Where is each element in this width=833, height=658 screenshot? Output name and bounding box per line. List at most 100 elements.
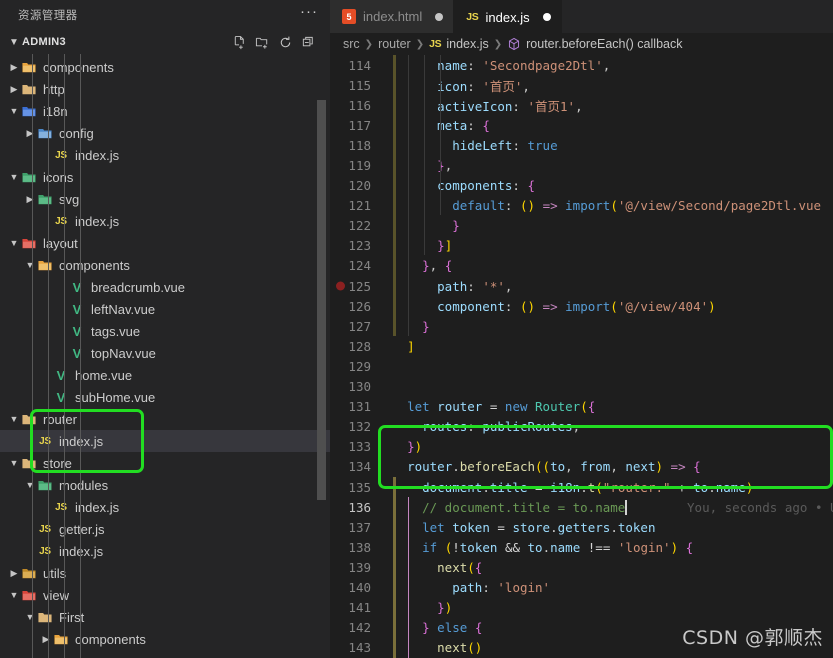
tab-dirty-indicator[interactable] [543, 13, 551, 21]
new-file-icon[interactable] [232, 35, 247, 50]
tree-item-index-js[interactable]: ▶JSindex.js [0, 210, 330, 232]
tree-item-index-js[interactable]: ▶JSindex.js [0, 540, 330, 562]
tree-item-index-js[interactable]: ▶JSindex.js [0, 496, 330, 518]
code-line[interactable]: 126 component: () => import('@/view/404'… [330, 296, 833, 316]
tree-item-getter-js[interactable]: ▶JSgetter.js [0, 518, 330, 540]
chevron-right-icon[interactable]: ▶ [8, 84, 20, 95]
chevron-right-icon[interactable]: ▶ [24, 194, 36, 205]
chevron-right-icon[interactable]: ▶ [8, 568, 20, 579]
code-line[interactable]: 134 router.beforeEach((to, from, next) =… [330, 457, 833, 477]
tree-item-layout[interactable]: ▼layout [0, 232, 330, 254]
code-editor[interactable]: 114 name: 'Secondpage2Dtl',115 icon: '首页… [330, 55, 833, 658]
tree-item-icons[interactable]: ▼icons [0, 166, 330, 188]
tab-index-js[interactable]: JS index.js [454, 0, 561, 33]
chevron-down-icon[interactable]: ▼ [8, 590, 20, 600]
code-line[interactable]: 141 }) [330, 598, 833, 618]
code-line[interactable]: 125 path: '*', [330, 276, 833, 296]
code-line[interactable]: 133 }) [330, 437, 833, 457]
tree-item-home-vue[interactable]: ▶Vhome.vue [0, 364, 330, 386]
tree-item-i18n[interactable]: ▼i18n [0, 100, 330, 122]
tree-item-http[interactable]: ▶http [0, 78, 330, 100]
refresh-icon[interactable] [278, 35, 293, 50]
file-tree[interactable]: ▶components▶http▼i18n▶config▶JSindex.js▼… [0, 54, 330, 658]
chevron-down-icon[interactable]: ▼ [8, 414, 20, 424]
breadcrumb-item-symbol[interactable]: router.beforeEach() callback [526, 37, 682, 51]
folder-images [36, 478, 54, 493]
code-line[interactable]: 131 let router = new Router({ [330, 397, 833, 417]
code-line[interactable]: 121 default: () => import('@/view/Second… [330, 196, 833, 216]
chevron-down-icon[interactable]: ▼ [8, 238, 20, 248]
tree-item-view[interactable]: ▼view [0, 584, 330, 606]
collapse-all-icon[interactable] [301, 35, 316, 50]
chevron-right-icon[interactable]: ▶ [40, 634, 52, 645]
code-line[interactable]: 140 path: 'login' [330, 577, 833, 597]
chevron-down-icon[interactable]: ▼ [24, 612, 36, 622]
breadcrumb-item-src[interactable]: src [343, 37, 360, 51]
code-line[interactable]: 132 routes: publicRoutes, [330, 417, 833, 437]
folder-plain [20, 412, 38, 427]
line-content: } else { [382, 620, 482, 635]
explorer-more-actions-icon[interactable]: ··· [300, 7, 318, 23]
code-line[interactable]: 135 document.title = i18n.t("router." + … [330, 477, 833, 497]
tree-item-topNav-vue[interactable]: ▶VtopNav.vue [0, 342, 330, 364]
code-line[interactable]: 139 next({ [330, 557, 833, 577]
chevron-down-icon[interactable]: ▼ [8, 172, 20, 182]
tree-item-config[interactable]: ▶config [0, 122, 330, 144]
explorer-folder-section-header[interactable]: ▼ ADMIN3 [0, 30, 330, 54]
tree-item-components[interactable]: ▶components [0, 628, 330, 650]
vue-icon: V [68, 303, 86, 316]
tree-item-breadcrumb-vue[interactable]: ▶Vbreadcrumb.vue [0, 276, 330, 298]
code-line[interactable]: 137 let token = store.getters.token [330, 517, 833, 537]
line-content: router.beforeEach((to, from, next) => { [382, 459, 701, 474]
tree-item-leftNav-vue[interactable]: ▶VleftNav.vue [0, 298, 330, 320]
breadcrumb-item-file[interactable]: index.js [446, 37, 488, 51]
code-line[interactable]: 129 [330, 356, 833, 376]
code-line[interactable]: 119 }, [330, 155, 833, 175]
tree-item-subHome-vue[interactable]: ▶VsubHome.vue [0, 386, 330, 408]
new-folder-icon[interactable] [255, 35, 270, 50]
tree-item-components[interactable]: ▶components [0, 56, 330, 78]
line-content: components: { [382, 178, 535, 193]
tree-item-tags-vue[interactable]: ▶Vtags.vue [0, 320, 330, 342]
code-line[interactable]: 124 }, { [330, 256, 833, 276]
git-change-indicator [393, 477, 396, 658]
code-line[interactable]: 127 } [330, 316, 833, 336]
chevron-down-icon[interactable]: ▼ [8, 106, 20, 116]
tree-item-index-js[interactable]: ▶JSindex.js [0, 144, 330, 166]
tree-indent-guide [80, 54, 81, 658]
explorer-title-row: 资源管理器 ··· [0, 0, 330, 30]
tab-index-html[interactable]: 5 index.html [330, 0, 454, 33]
code-line[interactable]: 116 activeIcon: '首页1', [330, 95, 833, 115]
breadcrumb-item-router[interactable]: router [378, 37, 411, 51]
tree-item-router[interactable]: ▼router [0, 408, 330, 430]
breakpoint-icon[interactable] [336, 282, 345, 291]
code-line[interactable]: 138 if (!token && to.name !== 'login') { [330, 537, 833, 557]
tree-item-components[interactable]: ▼components [0, 254, 330, 276]
chevron-down-icon[interactable]: ▼ [24, 260, 36, 270]
chevron-down-icon[interactable]: ▼ [8, 458, 20, 468]
tree-item-index-js[interactable]: ▶JSindex.js [0, 430, 330, 452]
code-line[interactable]: 120 components: { [330, 176, 833, 196]
chevron-right-icon[interactable]: ▶ [8, 62, 20, 73]
chevron-right-icon[interactable]: ▶ [24, 128, 36, 139]
code-line[interactable]: 115 icon: '首页', [330, 75, 833, 95]
chevron-down-icon[interactable]: ▼ [24, 480, 36, 490]
code-line[interactable]: 122 } [330, 216, 833, 236]
sidebar-scrollbar[interactable] [317, 100, 326, 500]
tree-item-modules[interactable]: ▼modules [0, 474, 330, 496]
code-line[interactable]: 136 // document.title = to.name You, sec… [330, 497, 833, 517]
tree-item-First[interactable]: ▼First [0, 606, 330, 628]
tab-dirty-indicator[interactable] [435, 13, 443, 21]
code-line[interactable]: 130 [330, 377, 833, 397]
code-line[interactable]: 128 ] [330, 336, 833, 356]
chevron-down-icon[interactable]: ▼ [6, 37, 22, 48]
code-line[interactable]: 118 hideLeft: true [330, 135, 833, 155]
code-line[interactable]: 114 name: 'Secondpage2Dtl', [330, 55, 833, 75]
code-line[interactable]: 123 }] [330, 236, 833, 256]
tree-item-svg[interactable]: ▶svg [0, 188, 330, 210]
tree-item-utils[interactable]: ▶utils [0, 562, 330, 584]
code-line[interactable]: 117 meta: { [330, 115, 833, 135]
line-content: component: () => import('@/view/404') [382, 299, 716, 314]
tree-item-store[interactable]: ▼store [0, 452, 330, 474]
explorer-title: 资源管理器 [18, 7, 78, 23]
